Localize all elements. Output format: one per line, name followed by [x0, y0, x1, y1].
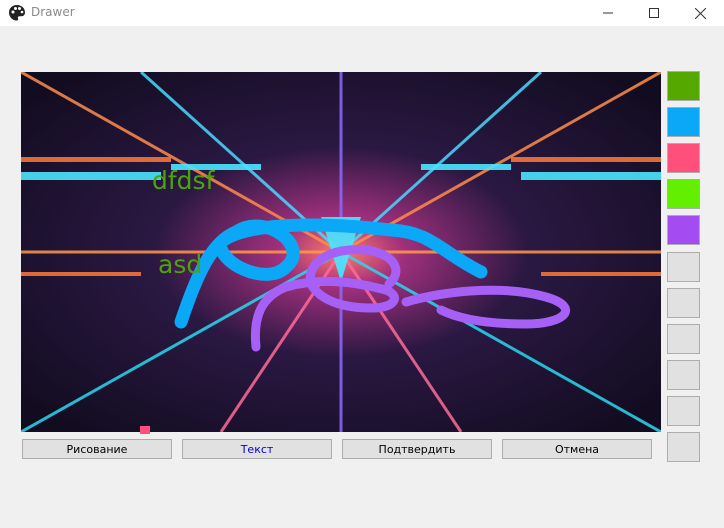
maximize-icon	[649, 8, 659, 18]
brush-marker	[140, 426, 150, 434]
canvas-text-label: dfdsf	[152, 166, 215, 195]
window-title: Drawer	[31, 5, 75, 19]
color-swatch[interactable]	[667, 143, 700, 173]
color-swatch[interactable]	[667, 215, 700, 245]
canvas-text-label: asd	[158, 250, 203, 279]
empty-color-slot[interactable]	[667, 324, 700, 354]
drawing-canvas[interactable]: dfdsf asd	[21, 72, 661, 432]
background-image	[21, 72, 661, 432]
color-swatch[interactable]	[667, 179, 700, 209]
minimize-button[interactable]	[585, 0, 631, 26]
empty-color-slot[interactable]	[667, 288, 700, 318]
text-mode-button[interactable]: Текст	[182, 439, 332, 459]
empty-color-slot[interactable]	[667, 432, 700, 462]
confirm-button[interactable]: Подтвердить	[342, 439, 492, 459]
color-swatch[interactable]	[667, 107, 700, 137]
title-bar: Drawer	[0, 0, 724, 26]
color-swatch[interactable]	[667, 71, 700, 101]
empty-color-slot[interactable]	[667, 360, 700, 390]
maximize-button[interactable]	[631, 0, 677, 26]
close-icon	[694, 7, 706, 19]
draw-mode-button[interactable]: Рисование	[22, 439, 172, 459]
palette-icon	[8, 4, 26, 22]
minimize-icon	[603, 12, 613, 14]
empty-color-slot[interactable]	[667, 396, 700, 426]
close-button[interactable]	[677, 0, 723, 26]
empty-color-slot[interactable]	[667, 252, 700, 282]
cancel-button[interactable]: Отмена	[502, 439, 652, 459]
